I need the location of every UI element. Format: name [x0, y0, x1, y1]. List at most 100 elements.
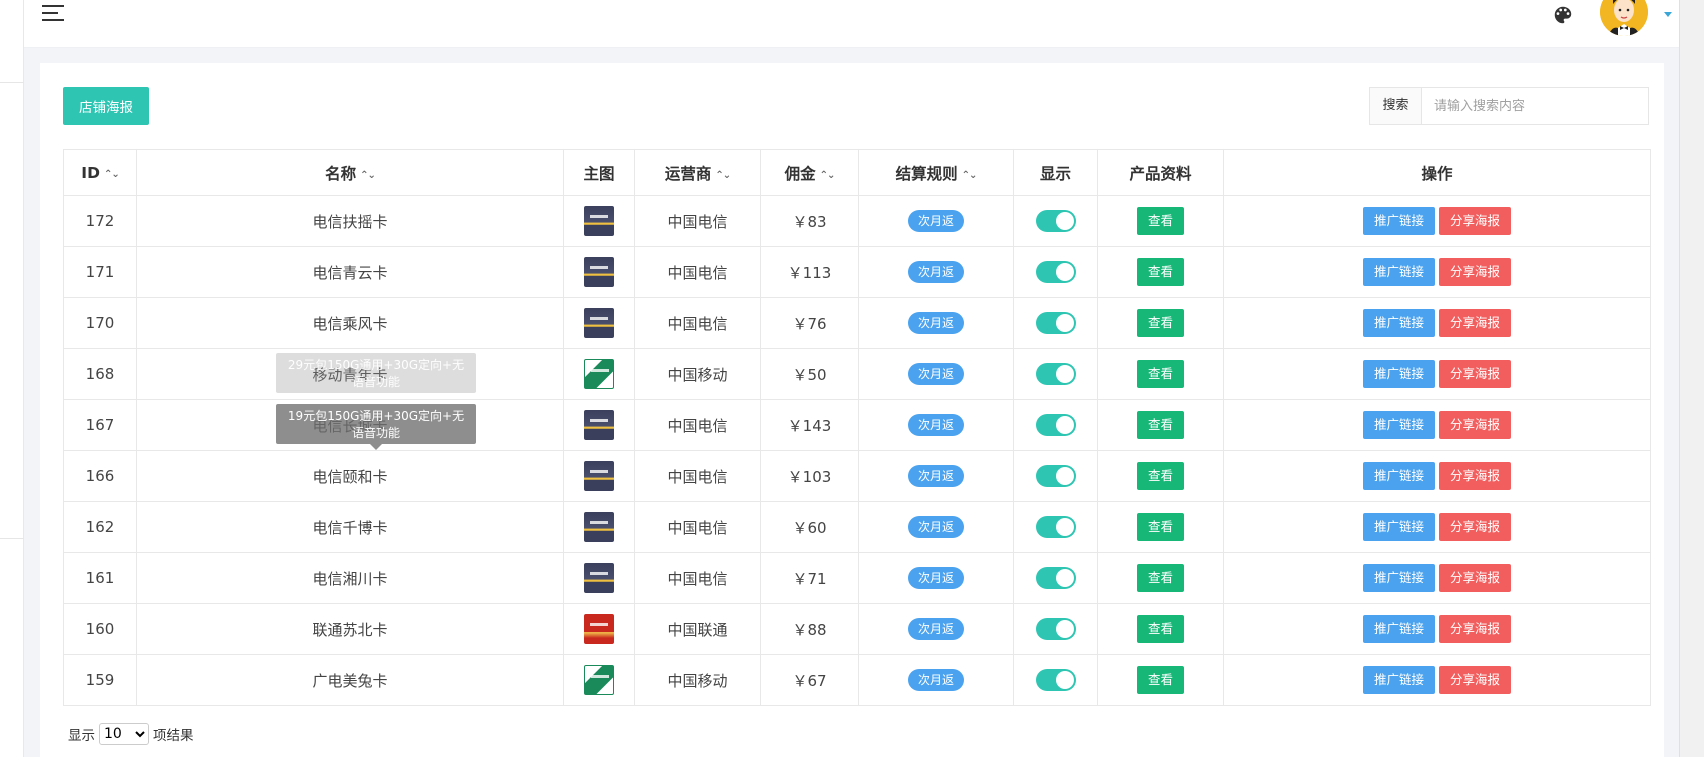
share-poster-button[interactable]: 分享海报	[1439, 666, 1512, 694]
sort-icon[interactable]: ⌃⌄	[962, 170, 978, 181]
table-row: 172 电信扶摇卡 中国电信 ￥83 次月返 查看 推广链接 分享海报	[63, 195, 1651, 247]
cell-commission: ￥71	[760, 552, 859, 604]
cell-actions: 推广链接 分享海报	[1223, 297, 1651, 349]
share-poster-button[interactable]: 分享海报	[1439, 462, 1512, 490]
promo-link-button[interactable]: 推广链接	[1362, 513, 1435, 541]
product-thumbnail[interactable]	[584, 410, 614, 440]
promo-link-button[interactable]: 推广链接	[1362, 207, 1435, 235]
sort-icon[interactable]: ⌃⌄	[104, 169, 120, 180]
share-poster-button[interactable]: 分享海报	[1439, 309, 1512, 337]
cell-display	[1013, 348, 1098, 400]
view-button[interactable]: 查看	[1136, 666, 1184, 694]
display-toggle[interactable]	[1035, 210, 1076, 232]
promo-link-button[interactable]: 推广链接	[1362, 258, 1435, 286]
caret-down-icon[interactable]	[1664, 12, 1672, 17]
product-thumbnail[interactable]	[584, 359, 614, 389]
cell-name: 电信颐和卡	[136, 450, 564, 502]
cell-id: 172	[63, 195, 137, 247]
settlement-badge: 次月返	[907, 312, 964, 334]
cell-product-info: 查看	[1097, 399, 1224, 451]
view-button[interactable]: 查看	[1136, 411, 1184, 439]
column-header-settlement[interactable]: 结算规则 ⌃⌄	[858, 149, 1014, 196]
hamburger-icon[interactable]	[42, 5, 64, 21]
cell-commission: ￥88	[760, 603, 859, 655]
cell-settlement: 次月返	[858, 297, 1014, 349]
product-thumbnail[interactable]	[584, 512, 614, 542]
share-poster-button[interactable]: 分享海报	[1439, 411, 1512, 439]
view-button[interactable]: 查看	[1136, 513, 1184, 541]
cell-image	[563, 654, 635, 706]
product-thumbnail[interactable]	[584, 206, 614, 236]
view-button[interactable]: 查看	[1136, 258, 1184, 286]
display-toggle[interactable]	[1035, 669, 1076, 691]
column-header-id[interactable]: ID ⌃⌄	[63, 149, 137, 196]
cell-commission: ￥143	[760, 399, 859, 451]
cell-actions: 推广链接 分享海报	[1223, 603, 1651, 655]
view-button[interactable]: 查看	[1136, 309, 1184, 337]
share-poster-button[interactable]: 分享海报	[1439, 615, 1512, 643]
promo-link-button[interactable]: 推广链接	[1362, 411, 1435, 439]
cell-product-info: 查看	[1097, 348, 1224, 400]
search-input[interactable]	[1422, 88, 1648, 124]
promo-link-button[interactable]: 推广链接	[1362, 615, 1435, 643]
palette-icon[interactable]	[1552, 4, 1574, 26]
promo-link-button[interactable]: 推广链接	[1362, 666, 1435, 694]
cell-id: 170	[63, 297, 137, 349]
cell-name: 电信千博卡	[136, 501, 564, 553]
page-size-prefix: 显示	[68, 728, 95, 744]
cell-settlement: 次月返	[858, 348, 1014, 400]
cell-image	[563, 552, 635, 604]
product-thumbnail[interactable]	[584, 665, 614, 695]
product-thumbnail[interactable]	[584, 614, 614, 644]
cell-id: 159	[63, 654, 137, 706]
user-avatar[interactable]	[1600, 0, 1648, 36]
share-poster-button[interactable]: 分享海报	[1439, 564, 1512, 592]
product-thumbnail[interactable]	[584, 308, 614, 338]
cell-actions: 推广链接 分享海报	[1223, 195, 1651, 247]
page-scrollbar[interactable]	[1679, 0, 1704, 757]
toggle-knob	[1055, 467, 1074, 485]
view-button[interactable]: 查看	[1136, 462, 1184, 490]
sort-icon[interactable]: ⌃⌄	[820, 170, 836, 181]
column-header-carrier[interactable]: 运营商 ⌃⌄	[634, 149, 761, 196]
display-toggle[interactable]	[1035, 618, 1076, 640]
display-toggle[interactable]	[1035, 567, 1076, 589]
shop-poster-button[interactable]: 店铺海报	[63, 87, 149, 125]
share-poster-button[interactable]: 分享海报	[1439, 258, 1512, 286]
search-label: 搜索	[1370, 88, 1422, 124]
view-button[interactable]: 查看	[1136, 615, 1184, 643]
column-header-actions: 操作	[1223, 149, 1651, 196]
table-row: 161 电信湘川卡 中国电信 ￥71 次月返 查看 推广链接 分享海报	[63, 552, 1651, 604]
display-toggle[interactable]	[1035, 261, 1076, 283]
cell-product-info: 查看	[1097, 654, 1224, 706]
cell-product-info: 查看	[1097, 195, 1224, 247]
share-poster-button[interactable]: 分享海报	[1439, 513, 1512, 541]
column-header-commission[interactable]: 佣金 ⌃⌄	[760, 149, 859, 196]
page-size-select[interactable]: 10	[99, 723, 149, 745]
view-button[interactable]: 查看	[1136, 360, 1184, 388]
promo-link-button[interactable]: 推广链接	[1362, 360, 1435, 388]
share-poster-button[interactable]: 分享海报	[1439, 360, 1512, 388]
display-toggle[interactable]	[1035, 312, 1076, 334]
cell-product-info: 查看	[1097, 552, 1224, 604]
cell-commission: ￥83	[760, 195, 859, 247]
display-toggle[interactable]	[1035, 465, 1076, 487]
product-thumbnail[interactable]	[584, 461, 614, 491]
sort-icon[interactable]: ⌃⌄	[715, 170, 731, 181]
display-toggle[interactable]	[1035, 363, 1076, 385]
view-button[interactable]: 查看	[1136, 207, 1184, 235]
column-header-name[interactable]: 名称 ⌃⌄	[136, 149, 564, 196]
cell-id: 171	[63, 246, 137, 298]
promo-link-button[interactable]: 推广链接	[1362, 462, 1435, 490]
promo-link-button[interactable]: 推广链接	[1362, 564, 1435, 592]
display-toggle[interactable]	[1035, 414, 1076, 436]
product-thumbnail[interactable]	[584, 257, 614, 287]
promo-link-button[interactable]: 推广链接	[1362, 309, 1435, 337]
display-toggle[interactable]	[1035, 516, 1076, 538]
page-size-control: 显示 10 项结果	[68, 723, 194, 745]
cell-display	[1013, 297, 1098, 349]
sort-icon[interactable]: ⌃⌄	[360, 170, 376, 181]
product-thumbnail[interactable]	[584, 563, 614, 593]
view-button[interactable]: 查看	[1136, 564, 1184, 592]
share-poster-button[interactable]: 分享海报	[1439, 207, 1512, 235]
